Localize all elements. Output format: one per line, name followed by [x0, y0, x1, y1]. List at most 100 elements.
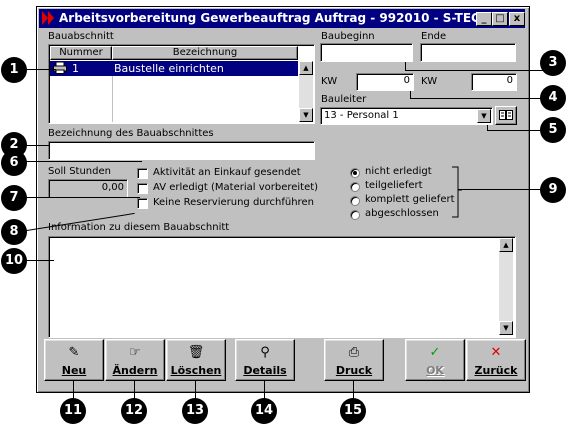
information-label: Information zu diesem Bauabschnitt [48, 222, 230, 233]
soll-stunden-value: 0,00 [48, 179, 128, 198]
ok-button[interactable]: ✓ OK [405, 339, 465, 381]
status-bracket [452, 166, 462, 218]
callout-10: 10 [1, 248, 27, 274]
aendern-button[interactable]: ☞ Ändern [105, 339, 165, 381]
bauleiter-select[interactable]: 13 - Personal 1 ▼ [320, 107, 493, 125]
bauleiter-lookup-button[interactable] [495, 106, 517, 125]
column-divider [112, 76, 113, 122]
soll-stunden-label: Soll Stunden [48, 166, 111, 177]
callout-13: 13 [182, 398, 208, 424]
cross-icon: ✕ [490, 345, 502, 360]
callout-8: 8 [1, 219, 27, 245]
radio-nicht-erledigt-label: nicht erledigt [365, 166, 432, 177]
maximize-icon: □ [495, 13, 505, 24]
bauleiter-label: Bauleiter [321, 94, 367, 105]
callout-line-4a [410, 91, 411, 98]
kw-end-input[interactable]: 0 [471, 73, 517, 91]
callout-15: 15 [340, 398, 366, 424]
maximize-button[interactable]: □ [492, 12, 508, 26]
scroll-down-icon[interactable]: ▼ [299, 108, 313, 122]
printer-icon: ⎙ [348, 345, 360, 360]
checkbox-einkauf[interactable] [137, 168, 148, 179]
radio-komplett-geliefert-label: komplett geliefert [365, 194, 455, 205]
zurueck-button[interactable]: ✕ Zurück [466, 339, 526, 381]
checkbox-keine-reservierung-label: Keine Reservierung durchführen [153, 197, 314, 208]
row-bezeichnung: Baustelle einrichten [114, 62, 224, 75]
callout-line-9 [458, 189, 545, 190]
ok-label: OK [426, 364, 444, 377]
app-logo-icon [42, 11, 54, 25]
callout-line-7 [14, 197, 140, 198]
chevron-down-icon[interactable]: ▼ [477, 109, 491, 123]
bezeichnung-label: Bezeichnung des Bauabschnittes [48, 128, 214, 139]
window-title: Arbeitsvorbereitung Gewerbeauftrag Auftr… [59, 11, 490, 25]
minimize-icon: _ [481, 13, 487, 24]
callout-1: 1 [1, 57, 27, 83]
neu-button[interactable]: ✎ Neu [44, 339, 104, 381]
neu-label: Neu [61, 364, 87, 377]
close-icon: x [513, 13, 521, 24]
scroll-up-icon[interactable]: ▲ [499, 238, 513, 252]
minimize-button[interactable]: _ [476, 12, 492, 26]
loeschen-label: Löschen [170, 364, 222, 377]
druck-button[interactable]: ⎙ Druck [324, 339, 384, 381]
bauleiter-value: 13 - Personal 1 [324, 110, 399, 121]
callout-3: 3 [540, 50, 566, 76]
checkbox-av-erledigt-label: AV erledigt (Material vorbereitet) [153, 182, 319, 193]
title-bar: Arbeitsvorbereitung Gewerbeauftrag Auftr… [39, 9, 525, 28]
callout-11: 11 [60, 398, 86, 424]
information-scrollbar[interactable]: ▲ ▼ [499, 238, 513, 335]
radio-komplett-geliefert[interactable] [350, 196, 360, 206]
close-button[interactable]: x [509, 12, 525, 26]
callout-line-3a [405, 62, 406, 70]
edit-hand-icon: ☞ [129, 345, 141, 360]
checkbox-av-erledigt[interactable] [137, 183, 148, 194]
loeschen-button[interactable]: 🗑 Löschen [166, 339, 226, 381]
callout-7: 7 [1, 185, 27, 211]
callout-5: 5 [540, 117, 566, 143]
druck-label: Druck [335, 364, 373, 377]
list-scrollbar[interactable]: ▲ ▼ [299, 61, 313, 122]
checkbox-einkauf-label: Aktivität an Einkauf gesendet [153, 167, 301, 178]
column-header-bezeichnung[interactable]: Bezeichnung [112, 46, 298, 60]
callout-line-4 [410, 98, 545, 99]
radio-nicht-erledigt[interactable] [350, 168, 360, 178]
kw-label-end: KW [421, 76, 438, 87]
callout-6: 6 [1, 150, 27, 176]
baubeginn-label: Baubeginn [321, 31, 375, 42]
pencil-icon: ✎ [68, 345, 80, 360]
bauabschnitt-list[interactable]: Nummer Bezeichnung 1 Baustelle einrichte… [48, 44, 315, 124]
row-nummer: 1 [72, 62, 79, 75]
trash-icon: 🗑 [187, 345, 205, 360]
scroll-down-icon[interactable]: ▼ [499, 321, 513, 335]
checkbox-keine-reservierung[interactable] [137, 198, 148, 209]
callout-line-6 [14, 161, 142, 162]
information-textarea[interactable]: ▲ ▼ [48, 236, 516, 338]
zurueck-label: Zurück [474, 364, 518, 377]
callout-4: 4 [540, 85, 566, 111]
radio-abgeschlossen[interactable] [350, 210, 360, 220]
details-button[interactable]: ⚲ Details [235, 339, 295, 381]
bauabschnitt-label: Bauabschnitt [48, 31, 114, 42]
callout-12: 12 [121, 398, 147, 424]
printer-icon [53, 61, 67, 74]
bezeichnung-input[interactable] [48, 141, 315, 160]
magnifier-icon: ⚲ [260, 345, 270, 360]
scroll-up-icon[interactable]: ▲ [299, 61, 313, 75]
column-header-nummer[interactable]: Nummer [50, 46, 112, 60]
radio-teilgeliefert[interactable] [350, 182, 360, 192]
details-label: Details [243, 364, 287, 377]
kw-label-start: KW [321, 76, 338, 87]
lookup-icon [499, 110, 513, 120]
checkmark-icon: ✓ [429, 345, 441, 360]
baubeginn-input[interactable] [320, 43, 413, 62]
radio-teilgeliefert-label: teilgeliefert [365, 180, 423, 191]
kw-start-input[interactable]: 0 [356, 73, 414, 91]
table-row[interactable]: 1 Baustelle einrichten [50, 61, 298, 76]
callout-14: 14 [251, 398, 277, 424]
ende-label: Ende [421, 31, 447, 42]
radio-abgeschlossen-label: abgeschlossen [365, 208, 439, 219]
ende-input[interactable] [420, 43, 516, 62]
aendern-label: Ändern [112, 364, 158, 377]
callout-9: 9 [540, 177, 566, 203]
